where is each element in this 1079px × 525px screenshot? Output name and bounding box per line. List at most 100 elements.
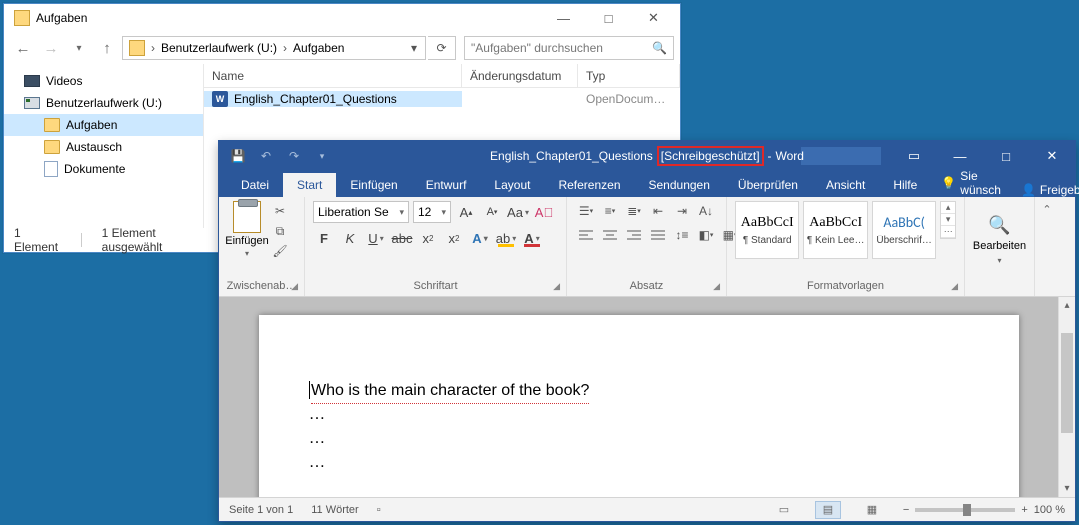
tab-review[interactable]: Überprüfen	[724, 173, 812, 197]
italic-button[interactable]: K	[339, 227, 361, 249]
history-dropdown[interactable]: ▾	[66, 35, 92, 61]
zoom-in-button[interactable]: +	[1021, 504, 1027, 516]
document-area[interactable]: Who is the main character of the book? ……	[219, 297, 1075, 497]
dialog-launcher-icon[interactable]: ◢	[951, 281, 958, 292]
view-web-button[interactable]: ▦	[859, 501, 885, 519]
tab-insert[interactable]: Einfügen	[336, 173, 411, 197]
tab-references[interactable]: Referenzen	[544, 173, 634, 197]
style-heading1[interactable]: AaBbC( Überschrif…	[872, 201, 936, 259]
grow-font-button[interactable]: A▴	[455, 201, 477, 223]
close-button[interactable]: ✕	[631, 4, 676, 32]
tab-design[interactable]: Entwurf	[412, 173, 481, 197]
zoom-out-button[interactable]: −	[903, 504, 909, 516]
tab-view[interactable]: Ansicht	[812, 173, 879, 197]
change-case-button[interactable]: Aa▾	[507, 201, 529, 223]
superscript-button[interactable]: x2	[443, 227, 465, 249]
share-button[interactable]: 👤 Freigeben	[1011, 183, 1079, 197]
minimize-button[interactable]: —	[937, 141, 983, 171]
up-button[interactable]: ↑	[94, 35, 120, 61]
user-account[interactable]	[801, 147, 881, 165]
find-icon[interactable]: 🔍	[988, 215, 1010, 236]
font-name-combo[interactable]: Liberation Se▾	[313, 201, 409, 223]
column-name[interactable]: Name	[204, 64, 462, 87]
document-text[interactable]: …	[309, 451, 969, 475]
address-bar[interactable]: › Benutzerlaufwerk (U:) › Aufgaben ▾	[122, 36, 426, 60]
tab-help[interactable]: Hilfe	[879, 173, 931, 197]
copy-button[interactable]: ⧉	[271, 223, 289, 239]
status-page[interactable]: Seite 1 von 1	[229, 504, 293, 516]
document-text[interactable]: …	[309, 403, 969, 427]
view-print-button[interactable]: ▤	[815, 501, 841, 519]
shading-button[interactable]: ◧▾	[695, 225, 717, 245]
file-row[interactable]: W English_Chapter01_Questions OpenDocum…	[204, 88, 680, 110]
align-center-button[interactable]	[599, 225, 621, 245]
status-words[interactable]: 11 Wörter	[311, 504, 358, 516]
dialog-launcher-icon[interactable]: ◢	[291, 281, 298, 292]
chevron-right-icon[interactable]: ›	[281, 41, 289, 55]
subscript-button[interactable]: x2	[417, 227, 439, 249]
scroll-thumb[interactable]	[1061, 333, 1073, 433]
tab-mailings[interactable]: Sendungen	[635, 173, 724, 197]
line-spacing-button[interactable]: ↕≡	[671, 225, 693, 245]
minimize-button[interactable]: —	[541, 4, 586, 32]
font-size-combo[interactable]: 12▾	[413, 201, 451, 223]
zoom-thumb[interactable]	[963, 504, 971, 516]
dialog-launcher-icon[interactable]: ◢	[713, 281, 720, 292]
sort-button[interactable]: A↓	[695, 201, 717, 221]
underline-button[interactable]: U▾	[365, 227, 387, 249]
tree-item-dokumente[interactable]: Dokumente	[4, 158, 203, 180]
undo-button[interactable]: ↶	[257, 147, 275, 165]
redo-button[interactable]: ↷	[285, 147, 303, 165]
back-button[interactable]: ←	[10, 35, 36, 61]
numbering-button[interactable]: ≡▾	[599, 201, 621, 221]
format-painter-button[interactable]: 🖌	[271, 243, 289, 259]
tab-home[interactable]: Start	[283, 173, 336, 197]
vertical-scrollbar[interactable]: ▴ ▾	[1058, 297, 1075, 497]
tree-item-drive[interactable]: Benutzerlaufwerk (U:)	[4, 92, 203, 114]
chevron-right-icon[interactable]: ›	[149, 41, 157, 55]
bold-button[interactable]: F	[313, 227, 335, 249]
style-standard[interactable]: AaBbCcI ¶ Standard	[735, 201, 799, 259]
ribbon-options-button[interactable]: ▭	[891, 141, 937, 171]
document-text[interactable]: …	[309, 427, 969, 451]
scroll-down-button[interactable]: ▾	[1059, 480, 1075, 497]
bullets-button[interactable]: ☰▾	[575, 201, 597, 221]
tree-item-videos[interactable]: Videos	[4, 70, 203, 92]
breadcrumb-folder[interactable]: Aufgaben	[289, 41, 348, 55]
tab-layout[interactable]: Layout	[480, 173, 544, 197]
explorer-titlebar[interactable]: Aufgaben — □ ✕	[4, 4, 680, 32]
cut-button[interactable]: ✂	[271, 203, 289, 219]
align-right-button[interactable]	[623, 225, 645, 245]
collapse-ribbon-button[interactable]: ⌃	[1035, 197, 1059, 296]
address-dropdown[interactable]: ▾	[405, 41, 423, 55]
increase-indent-button[interactable]: ⇥	[671, 201, 693, 221]
strikethrough-button[interactable]: abc	[391, 227, 413, 249]
multilevel-list-button[interactable]: ≣▾	[623, 201, 645, 221]
search-input[interactable]: "Aufgaben" durchsuchen 🔍	[464, 36, 674, 60]
view-read-button[interactable]: ▭	[771, 501, 797, 519]
search-icon[interactable]: 🔍	[652, 41, 667, 55]
maximize-button[interactable]: □	[586, 4, 631, 32]
column-date[interactable]: Änderungsdatum	[462, 64, 578, 87]
page[interactable]: Who is the main character of the book? ……	[259, 315, 1019, 497]
clear-formatting-button[interactable]: A⃠	[533, 201, 555, 223]
scroll-up-button[interactable]: ▴	[1059, 297, 1075, 314]
tree-item-aufgaben[interactable]: Aufgaben	[4, 114, 203, 136]
nav-tree[interactable]: Videos Benutzerlaufwerk (U:) Aufgaben Au…	[4, 64, 204, 228]
tell-me[interactable]: 💡 Sie wünsch	[931, 169, 1011, 197]
column-type[interactable]: Typ	[578, 64, 680, 87]
paste-button[interactable]: Einfügen ▾	[227, 201, 267, 258]
tree-item-austausch[interactable]: Austausch	[4, 136, 203, 158]
decrease-indent-button[interactable]: ⇤	[647, 201, 669, 221]
word-titlebar[interactable]: 💾 ↶ ↷ ▾ English_Chapter01_Questions [Sch…	[219, 141, 1075, 171]
refresh-button[interactable]: ⟳	[428, 36, 456, 60]
save-button[interactable]: 💾	[229, 147, 247, 165]
zoom-level[interactable]: 100 %	[1034, 504, 1065, 516]
justify-button[interactable]	[647, 225, 669, 245]
document-text[interactable]: Who is the main character of the book?	[311, 379, 589, 403]
text-effects-button[interactable]: A▾	[469, 227, 491, 249]
styles-gallery-more[interactable]: ▴▾⋯	[940, 201, 956, 239]
align-left-button[interactable]	[575, 225, 597, 245]
maximize-button[interactable]: □	[983, 141, 1029, 171]
font-color-button[interactable]: A▾	[521, 227, 543, 249]
